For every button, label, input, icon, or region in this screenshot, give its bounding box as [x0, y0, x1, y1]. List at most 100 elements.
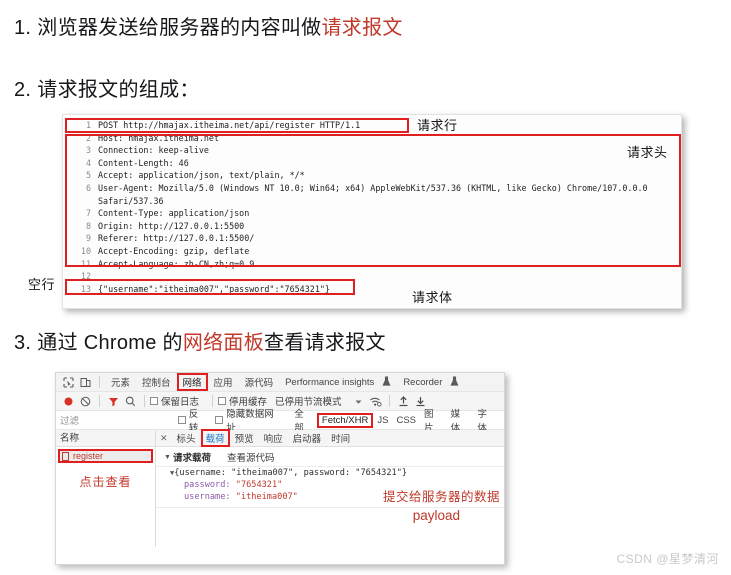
detail-tab-initiator[interactable]: 启动器 [288, 430, 327, 446]
heading-2-number: 2. [14, 79, 32, 101]
close-icon[interactable]: ✕ [160, 433, 168, 444]
filter-type-fetch-xhr[interactable]: Fetch/XHR [316, 412, 374, 428]
filter-funnel-icon[interactable] [107, 395, 120, 408]
heading-1-highlight: 请求报文 [321, 17, 403, 39]
request-detail-pane: ✕ 标头 载荷 预览 响应 启动器 时间 ▼ 请求载荷 查看源代码 ▼{user… [156, 429, 504, 547]
annotation-payload-word: payload [412, 508, 460, 523]
line-number: 11 [80, 258, 91, 269]
preserve-log-checkbox[interactable] [150, 397, 158, 405]
code-line: 12 [63, 270, 681, 283]
devtools-main-tabbar: 元素 控制台 网络 应用 源代码 Performance insights Re… [56, 373, 504, 392]
line-text: POST http://hmajax.itheima.net/api/regis… [98, 120, 361, 130]
detail-tab-timing[interactable]: 时间 [326, 430, 355, 446]
line-text-continuation: Safari/537.36 [98, 195, 164, 206]
detail-tab-response[interactable]: 响应 [259, 430, 288, 446]
clear-icon[interactable] [79, 395, 92, 408]
view-source-link[interactable]: 查看源代码 [227, 450, 275, 464]
inspect-element-icon[interactable] [62, 376, 75, 389]
network-filter-bar: 过滤 反转 隐藏数据网址 全部 Fetch/XHR JS CSS 图片 媒体 字… [56, 409, 504, 434]
heading-item-2: 2. 请求报文的组成： [14, 78, 200, 102]
line-number: 2 [85, 132, 91, 143]
toolbar-divider-5 [388, 395, 390, 407]
tab-recorder[interactable]: Recorder [397, 375, 448, 390]
detail-tab-headers[interactable]: 标头 [172, 430, 201, 446]
devtools-panel-screenshot: 元素 控制台 网络 应用 源代码 Performance insights Re… [55, 372, 505, 565]
csdn-watermark: CSDN @星梦清河 [616, 552, 719, 566]
code-line: 2 Host: hmajax.itheima.net [63, 132, 681, 145]
annotation-payload-description: 提交给服务器的数据 [382, 490, 500, 504]
device-toolbar-icon[interactable] [79, 376, 92, 389]
invert-checkbox[interactable] [177, 416, 186, 424]
code-line: 5 Accept: application/json, text/plain, *… [63, 169, 681, 182]
line-text: Accept: application/json, text/plain, */… [98, 170, 305, 181]
annotation-request-line: 请求行 [417, 118, 458, 133]
payload-key: password: [184, 480, 231, 490]
line-number: 10 [80, 245, 91, 256]
document-icon [62, 451, 69, 461]
payload-value: "7654321" [235, 480, 283, 490]
line-number: 9 [85, 233, 91, 244]
disclosure-triangle-icon[interactable]: ▼ [164, 454, 171, 461]
tab-network[interactable]: 网络 [176, 373, 208, 391]
line-number: 4 [85, 157, 91, 168]
heading-2-text: 请求报文的组成： [37, 79, 200, 101]
line-text: Accept-Encoding: gzip, deflate [98, 245, 250, 256]
heading-1-text: 浏览器发送给服务器的内容叫做 [37, 17, 322, 39]
disable-cache-checkbox[interactable] [218, 397, 227, 405]
record-icon[interactable] [62, 395, 75, 408]
toolbar-divider [99, 376, 100, 388]
code-line: 3 Connection: keep-alive [63, 144, 681, 157]
hide-data-urls-checkbox[interactable] [215, 416, 224, 424]
tab-performance-insights[interactable]: Performance insights [279, 375, 380, 390]
line-text: Host: hmajax.itheima.net [98, 132, 220, 143]
heading-item-1: 1. 浏览器发送给服务器的内容叫做请求报文 [14, 16, 403, 40]
heading-3-highlight: 网络面板 [182, 332, 265, 354]
payload-summary-text: {username: "itheima007", password: "7654… [174, 468, 408, 478]
annotation-blank-line: 空行 [28, 277, 56, 292]
heading-item-3: 3. 通过 Chrome 的网络面板查看请求报文 [14, 331, 386, 355]
chevron-down-icon[interactable] [352, 395, 365, 408]
payload-summary-row[interactable]: ▼{username: "itheima007", password: "765… [156, 467, 504, 479]
list-item-register[interactable]: register [58, 449, 153, 463]
payload-section-header[interactable]: ▼ 请求载荷 查看源代码 [156, 447, 504, 467]
tab-application[interactable]: 应用 [208, 373, 239, 391]
annotation-request-body: 请求体 [412, 290, 453, 305]
code-line: 6 User-Agent: Mozilla/5.0 (Windows NT 10.… [63, 182, 681, 195]
line-number: 7 [85, 208, 91, 219]
filter-type-css[interactable]: CSS [392, 414, 420, 427]
code-line: 11 Accept-Language: zh-CN,zh;q=0.9 [63, 258, 681, 271]
column-header-name: 名称 [56, 430, 155, 447]
filter-input[interactable]: 过滤 [60, 413, 178, 427]
tab-console[interactable]: 控制台 [136, 373, 177, 391]
line-text: User-Agent: Mozilla/5.0 (Windows NT 10.0… [98, 182, 648, 193]
toolbar-divider-2 [99, 395, 100, 407]
line-text: Content-Type: application/json [98, 208, 250, 219]
line-text: Referer: http://127.0.0.1:5500/ [98, 233, 255, 244]
annotation-click-to-view: 点击查看 [79, 475, 132, 489]
detail-tab-preview[interactable]: 预览 [230, 430, 259, 446]
experiment-flask-icon [382, 376, 395, 389]
line-number: 1 [85, 120, 91, 130]
request-message-screenshot: 1 POST http://hmajax.itheima.net/api/regi… [62, 114, 682, 309]
tab-elements[interactable]: 元素 [105, 373, 136, 391]
search-icon[interactable] [124, 395, 137, 408]
code-line: 9 Referer: http://127.0.0.1:5500/ [63, 232, 681, 245]
detail-tab-payload[interactable]: 载荷 [200, 429, 230, 447]
network-conditions-icon[interactable] [369, 395, 382, 408]
import-har-icon[interactable] [397, 395, 410, 408]
request-message-code: 1 POST http://hmajax.itheima.net/api/regi… [63, 115, 681, 308]
heading-3-text-post: 查看请求报文 [264, 332, 386, 354]
line-number: 8 [85, 220, 91, 231]
heading-3-text: 通过 Chrome 的 [37, 332, 183, 354]
export-har-icon[interactable] [414, 395, 427, 408]
code-line: 8 Origin: http://127.0.0.1:5500 [63, 220, 681, 233]
code-line: 7 Content-Type: application/json [63, 207, 681, 220]
code-line: 10 Accept-Encoding: gzip, deflate [63, 245, 681, 258]
code-line: 13 {"username":"itheima007","password":"7… [63, 283, 681, 296]
payload-key: username: [184, 492, 231, 502]
line-number: 6 [85, 182, 91, 193]
tab-sources[interactable]: 源代码 [239, 373, 280, 391]
payload-section-title: 请求载荷 [172, 453, 211, 464]
filter-type-js[interactable]: JS [373, 414, 392, 427]
toolbar-divider-3 [144, 395, 145, 407]
